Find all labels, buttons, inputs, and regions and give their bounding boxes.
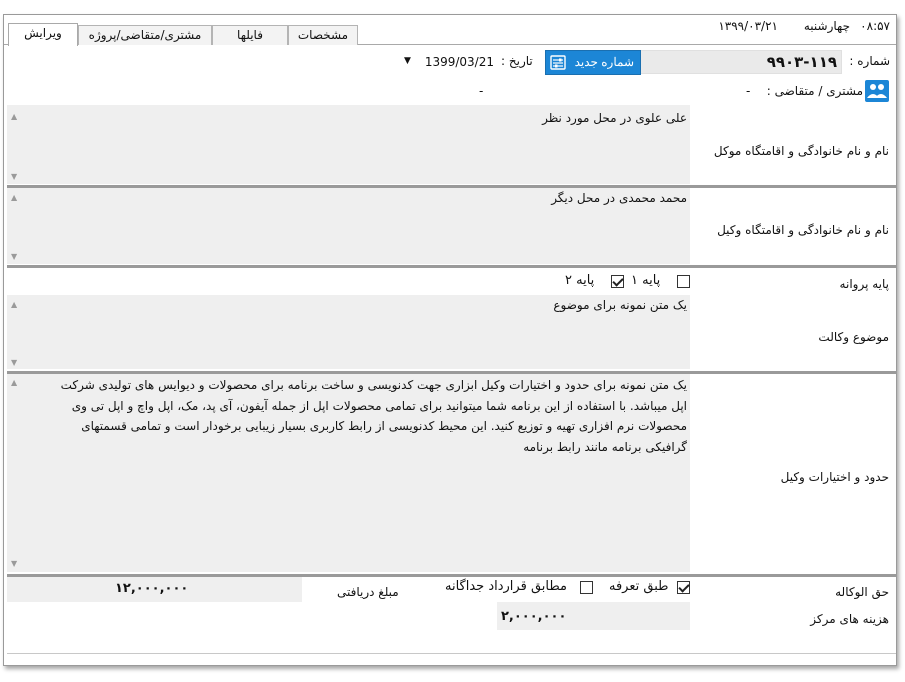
client-value: - [746, 84, 751, 98]
chevron-down-icon: ▼ [404, 56, 411, 66]
number-field[interactable]: ۹۹۰۳-۱۱۹ [640, 50, 842, 74]
fee-tariff-checkbox[interactable] [677, 581, 690, 594]
list-settings-icon [550, 55, 566, 70]
app-window: ۰۸:۵۷ چهارشنبه ۱۳۹۹/۰۳/۲۱ ویرایش مشتری/م… [3, 14, 897, 666]
date-value: 1399/03/21 [424, 55, 494, 69]
scroll-down-icon[interactable]: ▼ [11, 172, 17, 181]
lawyer-name-label: نام و نام خانوادگی و اقامتگاه وکیل [717, 223, 889, 237]
tab-details[interactable]: مشخصات [288, 25, 358, 45]
users-icon[interactable] [865, 80, 889, 102]
scroll-down-icon[interactable]: ▼ [11, 358, 17, 367]
powers-line: محصولات نرم افزاری تهیه و توزیع کنید. ای… [81, 419, 687, 433]
client-label: مشتری / متقاضی : [766, 84, 863, 98]
powers-value: یک متن نمونه برای حدود و اختیارات وکیل ا… [27, 375, 687, 457]
section-divider [7, 265, 896, 268]
footer-divider [7, 653, 896, 654]
center-cost-value: ۲,۰۰۰,۰۰۰ [501, 609, 567, 624]
received-value: ۱۲,۰۰۰,۰۰۰ [115, 581, 189, 596]
tab-client-project[interactable]: مشتری/متقاضی/پروژه [78, 25, 212, 45]
tab-edit[interactable]: ویرایش [8, 23, 78, 46]
license-2-label: پایه ۲ [565, 273, 595, 288]
tab-bar: ویرایش مشتری/متقاضی/پروژه فایلها مشخصات [4, 23, 896, 46]
powers-label: حدود و اختیارات وکیل [780, 470, 889, 484]
fee-label: حق الوکاله [835, 585, 889, 599]
client-extra-value: - [479, 84, 484, 98]
fee-contract-label: مطابق قرارداد جداگانه [445, 579, 567, 594]
license-2-checkbox[interactable] [611, 275, 624, 288]
fee-contract-checkbox[interactable] [580, 581, 593, 594]
subject-label: موضوع وکالت [818, 330, 889, 344]
scroll-up-icon[interactable]: ▲ [11, 112, 17, 121]
scroll-up-icon[interactable]: ▲ [11, 193, 17, 202]
received-label: مبلغ دریافتی [337, 585, 399, 599]
date-select[interactable]: 1399/03/21 ▼ [402, 55, 498, 71]
powers-line: گرافیکی برنامه مانند رابط برنامه [523, 439, 687, 454]
client-name-value: علی علوی در محل مورد نظر [542, 111, 687, 125]
scroll-down-icon[interactable]: ▼ [11, 559, 17, 568]
client-name-label: نام و نام خانوادگی و اقامتگاه موکل [713, 144, 889, 158]
new-number-button-label: شماره جدید [574, 55, 634, 69]
powers-line: اپل میباشد. با استفاده از این برنامه شما… [71, 398, 687, 413]
new-number-button[interactable]: شماره جدید [545, 50, 641, 75]
license-1-label: پایه ۱ [631, 273, 661, 288]
number-label: شماره : [849, 54, 890, 68]
scroll-up-icon[interactable]: ▲ [11, 300, 17, 309]
powers-line: یک متن نمونه برای حدود و اختیارات وکیل ا… [60, 378, 687, 392]
license-1-checkbox[interactable] [677, 275, 690, 288]
fee-tariff-label: طبق تعرفه [609, 579, 669, 594]
scroll-down-icon[interactable]: ▼ [11, 252, 17, 261]
scroll-up-icon[interactable]: ▲ [11, 378, 17, 387]
subject-value: یک متن نمونه برای موضوع [553, 298, 687, 312]
center-cost-label: هزینه های مرکز [810, 612, 889, 626]
tab-files[interactable]: فایلها [212, 25, 288, 45]
lawyer-name-value: محمد محمدی در محل دیگر [551, 191, 687, 205]
date-label: تاریخ : [501, 54, 533, 68]
license-label: پایه پروانه [839, 277, 889, 291]
